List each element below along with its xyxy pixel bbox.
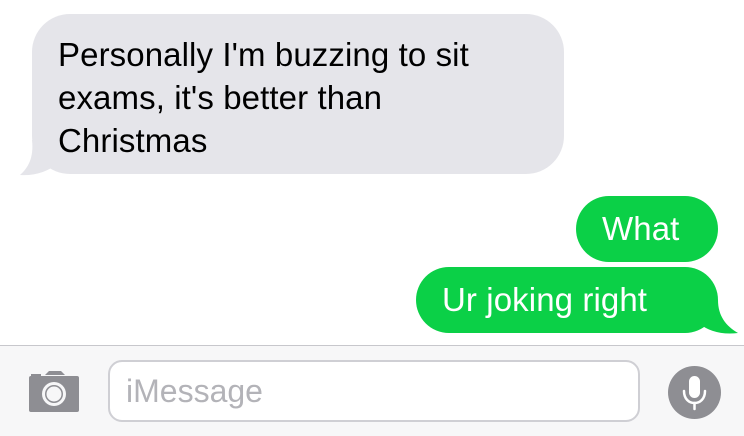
message-thread: Personally I'm buzzing to sit exams, it'…	[0, 0, 744, 345]
incoming-message-text: Personally I'm buzzing to sit exams, it'…	[58, 36, 469, 159]
camera-button[interactable]	[28, 371, 80, 413]
outgoing-message-text: What	[602, 210, 680, 247]
microphone-icon	[682, 376, 707, 411]
message-composer-bar	[0, 345, 744, 436]
outgoing-message-bubble: What	[576, 196, 718, 262]
camera-icon	[29, 371, 79, 412]
outgoing-message-text: Ur joking right	[442, 281, 648, 318]
outgoing-message-bubble: Ur joking right	[416, 267, 718, 333]
imessage-input[interactable]	[108, 360, 640, 422]
incoming-message-bubble: Personally I'm buzzing to sit exams, it'…	[32, 14, 564, 174]
imessage-screen: Personally I'm buzzing to sit exams, it'…	[0, 0, 744, 436]
microphone-button[interactable]	[668, 366, 721, 419]
